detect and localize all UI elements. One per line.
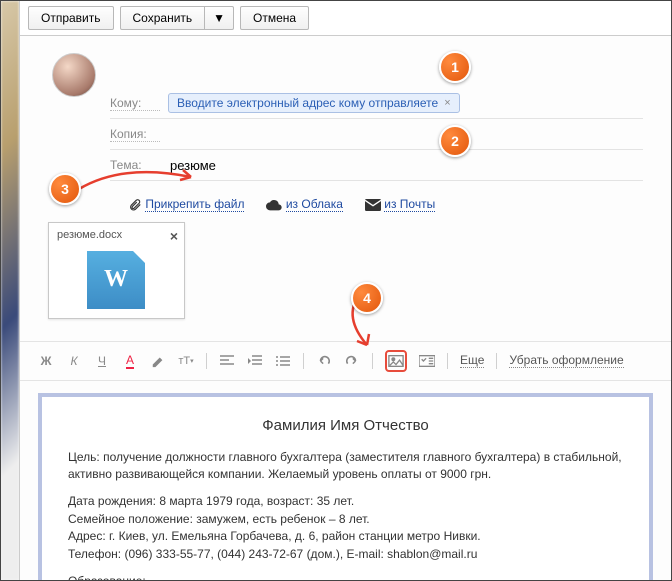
- paperclip-icon: [128, 198, 142, 212]
- bg-decoration: [1, 1, 19, 580]
- italic-button[interactable]: К: [66, 353, 82, 369]
- callout-3: 3: [49, 173, 81, 205]
- word-icon: W: [87, 251, 145, 309]
- attachment-close-icon[interactable]: ×: [170, 228, 178, 244]
- underline-button[interactable]: Ч: [94, 353, 110, 369]
- attachment-name: резюме.docx: [57, 229, 122, 241]
- subject-input[interactable]: [168, 157, 643, 174]
- to-row[interactable]: Кому: Вводите электронный адрес кому отп…: [110, 88, 643, 119]
- compose-window: Отправить Сохранить ▼ Отмена Кому: Вводи…: [19, 1, 671, 580]
- chip-remove-icon[interactable]: ×: [444, 97, 450, 109]
- save-button[interactable]: Сохранить: [120, 6, 206, 30]
- to-label: Кому:: [110, 96, 160, 111]
- attach-cloud-link[interactable]: из Облака: [286, 197, 343, 212]
- subject-row[interactable]: Тема:: [110, 150, 643, 181]
- redo-button[interactable]: [344, 353, 360, 369]
- save-dropdown[interactable]: ▼: [205, 6, 234, 30]
- attachment-card[interactable]: резюме.docx × W: [48, 222, 185, 319]
- separator: [496, 353, 497, 369]
- cc-row[interactable]: Копия:: [110, 119, 643, 150]
- undo-button[interactable]: [316, 353, 332, 369]
- indent-button[interactable]: [247, 353, 263, 369]
- clear-format-button[interactable]: Убрать оформление: [509, 353, 623, 368]
- message-body[interactable]: Фамилия Имя Отчество Цель: получение дол…: [38, 393, 653, 581]
- save-split: Сохранить ▼: [120, 6, 235, 30]
- attach-mail-link[interactable]: из Почты: [384, 197, 435, 212]
- callout-2: 2: [439, 125, 471, 157]
- separator: [447, 353, 448, 369]
- format-toolbar: Ж К Ч A тT▾ Еще Убрать оформление: [20, 341, 671, 381]
- to-chip-text: Вводите электронный адрес кому отправляе…: [177, 96, 438, 110]
- list-button[interactable]: [275, 353, 291, 369]
- attach-file[interactable]: Прикрепить файл: [128, 197, 244, 212]
- cloud-icon: [266, 199, 282, 211]
- separator: [303, 353, 304, 369]
- callout-1: 1: [439, 51, 471, 83]
- resume-goal: Цель: получение должности главного бухга…: [68, 449, 623, 484]
- separator: [372, 353, 373, 369]
- align-button[interactable]: [219, 353, 235, 369]
- callout-4: 4: [351, 282, 383, 314]
- more-button[interactable]: Еще: [460, 353, 484, 368]
- attach-options: Прикрепить файл из Облака из Почты: [128, 197, 643, 212]
- resume-details: Дата рождения: 8 марта 1979 года, возрас…: [68, 493, 623, 563]
- insert-image-button[interactable]: [385, 350, 407, 372]
- cancel-button[interactable]: Отмена: [240, 6, 309, 30]
- resume-title: Фамилия Имя Отчество: [68, 415, 623, 437]
- subject-label: Тема:: [110, 158, 160, 172]
- highlight-button[interactable]: [150, 353, 166, 369]
- app-frame: Отправить Сохранить ▼ Отмена Кому: Вводи…: [0, 0, 672, 581]
- bold-button[interactable]: Ж: [38, 353, 54, 369]
- fontsize-button[interactable]: тT▾: [178, 353, 194, 369]
- color-button[interactable]: A: [122, 353, 138, 369]
- send-button[interactable]: Отправить: [28, 6, 114, 30]
- card-button[interactable]: [419, 353, 435, 369]
- attach-mail[interactable]: из Почты: [365, 197, 435, 211]
- action-toolbar: Отправить Сохранить ▼ Отмена: [20, 1, 671, 36]
- header-fields: Кому: Вводите электронный адрес кому отп…: [110, 36, 643, 212]
- mail-icon: [365, 199, 381, 211]
- separator: [206, 353, 207, 369]
- attach-cloud[interactable]: из Облака: [266, 197, 342, 211]
- attach-file-link[interactable]: Прикрепить файл: [145, 197, 244, 212]
- to-chip[interactable]: Вводите электронный адрес кому отправляе…: [168, 93, 460, 113]
- cc-label: Копия:: [110, 127, 160, 142]
- avatar: [52, 53, 96, 97]
- resume-edu: Образование: 1998 г. – 2003 г. Киевский …: [68, 573, 623, 581]
